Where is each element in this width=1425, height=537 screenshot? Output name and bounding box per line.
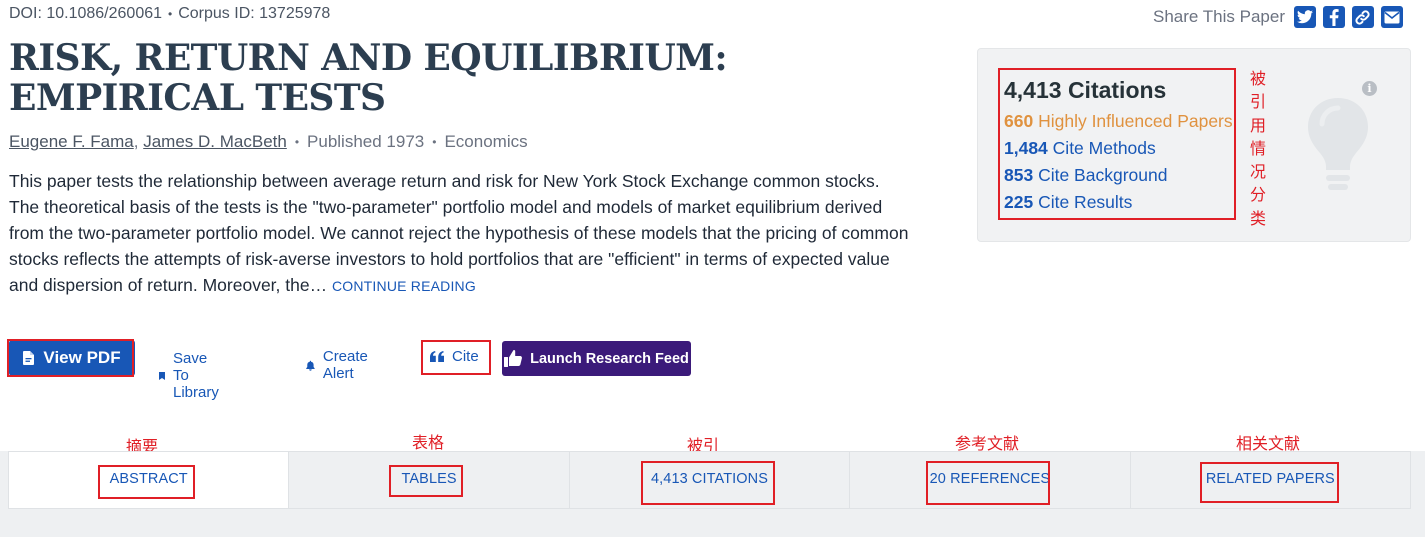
tab-label: TABLES bbox=[401, 471, 457, 487]
annotation-citation-breakdown: 被引用情况分类 bbox=[1249, 71, 1266, 228]
quote-icon bbox=[430, 351, 444, 362]
paper-section-tabs: ABSTRACT TABLES 4,413 CITATIONS 20 REFER… bbox=[8, 451, 1412, 509]
tab-references[interactable]: 20 REFERENCES bbox=[850, 452, 1131, 508]
twitter-icon[interactable] bbox=[1293, 6, 1316, 28]
tab-label: 4,413 CITATIONS bbox=[651, 471, 769, 487]
create-alert-label: Create Alert bbox=[322, 348, 368, 382]
cite-label: Cite bbox=[452, 348, 479, 365]
share-bar: Share This Paper bbox=[1153, 6, 1403, 28]
bell-icon bbox=[306, 360, 315, 371]
cite-methods-count: 1,484 bbox=[1004, 138, 1048, 158]
link-icon[interactable] bbox=[1351, 6, 1374, 28]
continue-reading-link[interactable]: CONTINUE READING bbox=[332, 278, 476, 294]
author-separator: , bbox=[133, 132, 139, 151]
citation-total[interactable]: 4,413 Citations bbox=[1004, 77, 1166, 104]
highly-influenced-link[interactable]: 660 Highly Influenced Papers bbox=[1004, 111, 1233, 132]
author-link[interactable]: James D. MacBeth bbox=[143, 132, 287, 152]
cite-background-label: Cite Background bbox=[1038, 165, 1168, 185]
tab-related-papers[interactable]: RELATED PAPERS bbox=[1130, 452, 1412, 508]
paper-title: RISK, RETURN AND EQUILIBRIUM: EMPIRICAL … bbox=[9, 37, 728, 119]
email-icon[interactable] bbox=[1380, 6, 1403, 28]
cite-methods-link[interactable]: 1,484 Cite Methods bbox=[1004, 138, 1156, 159]
bullet-separator: • bbox=[168, 7, 173, 21]
paper-byline: Eugene F. Fama, James D. MacBeth • Publi… bbox=[9, 132, 528, 152]
cite-results-count: 225 bbox=[1004, 192, 1034, 212]
bullet-separator: • bbox=[432, 135, 437, 149]
paper-identifiers: DOI: 10.1086/260061 • Corpus ID: 13725978 bbox=[9, 5, 330, 23]
cite-background-count: 853 bbox=[1004, 165, 1034, 185]
tab-label: 20 REFERENCES bbox=[929, 471, 1051, 487]
abstract-body: This paper tests the relationship betwee… bbox=[9, 171, 909, 295]
share-label: Share This Paper bbox=[1153, 7, 1285, 26]
tab-label: ABSTRACT bbox=[109, 471, 188, 487]
facebook-icon[interactable] bbox=[1322, 6, 1345, 28]
annotation-tables: 表格 bbox=[412, 435, 445, 452]
cite-background-link[interactable]: 853 Cite Background bbox=[1004, 165, 1167, 186]
launch-research-feed-label: Launch Research Feed bbox=[530, 350, 689, 367]
highly-influenced-count: 660 bbox=[1004, 111, 1034, 131]
view-pdf-button[interactable]: View PDF bbox=[9, 340, 135, 376]
published-date: Published 1973 bbox=[307, 132, 425, 151]
create-alert-button[interactable]: Create Alert bbox=[306, 348, 373, 382]
tab-tables[interactable]: TABLES bbox=[289, 452, 570, 508]
field-of-study[interactable]: Economics bbox=[444, 132, 527, 152]
tab-abstract[interactable]: ABSTRACT bbox=[8, 452, 290, 508]
tab-citations[interactable]: 4,413 CITATIONS bbox=[569, 452, 851, 508]
highly-influenced-label: Highly Influenced Papers bbox=[1038, 111, 1233, 131]
abstract-text: This paper tests the relationship betwee… bbox=[9, 168, 909, 299]
cite-methods-label: Cite Methods bbox=[1052, 138, 1156, 158]
save-to-library-label: Save To Library bbox=[172, 350, 219, 401]
corpus-id-text: Corpus ID: 13725978 bbox=[178, 5, 331, 22]
save-to-library-button[interactable]: Save To Library bbox=[159, 350, 225, 401]
lightbulb-icon bbox=[1308, 98, 1368, 190]
tab-label: RELATED PAPERS bbox=[1205, 471, 1335, 487]
bookmark-icon bbox=[159, 371, 165, 380]
view-pdf-label: View PDF bbox=[43, 348, 121, 367]
pdf-file-icon bbox=[23, 351, 35, 365]
cite-results-label: Cite Results bbox=[1038, 192, 1133, 212]
doi-text[interactable]: DOI: 10.1086/260061 bbox=[9, 5, 162, 22]
thumbs-up-icon bbox=[504, 350, 523, 367]
cite-results-link[interactable]: 225 Cite Results bbox=[1004, 192, 1132, 213]
author-link[interactable]: Eugene F. Fama bbox=[9, 132, 134, 152]
bullet-separator: • bbox=[294, 135, 300, 149]
launch-research-feed-button[interactable]: Launch Research Feed bbox=[502, 341, 691, 376]
cite-button[interactable]: Cite bbox=[430, 348, 479, 365]
